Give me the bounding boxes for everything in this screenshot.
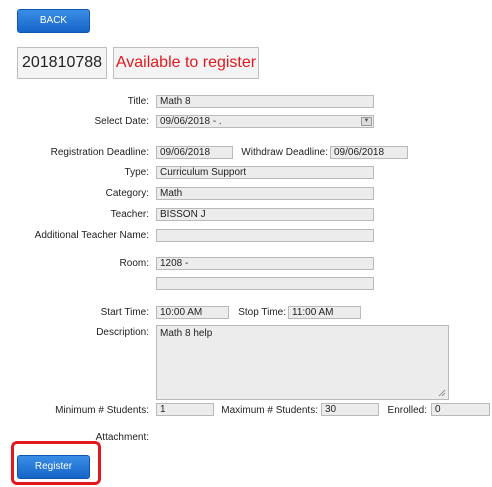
start-time-label: Start Time: bbox=[100, 307, 149, 318]
room-label: Room: bbox=[119, 258, 149, 269]
select-date-label: Select Date: bbox=[94, 116, 149, 127]
max-students-label: Maximum # Students: bbox=[221, 405, 318, 416]
description-text: Math 8 help bbox=[160, 328, 213, 339]
room-field[interactable]: 1208 - bbox=[156, 257, 374, 270]
teacher-field[interactable]: BISSON J bbox=[156, 208, 374, 221]
max-students-field[interactable]: 30 bbox=[321, 403, 379, 416]
start-time-field[interactable]: 10:00 AM bbox=[156, 306, 229, 319]
min-students-label: Minimum # Students: bbox=[55, 405, 149, 416]
additional-teacher-field[interactable] bbox=[156, 229, 374, 242]
enrolled-field[interactable]: 0 bbox=[431, 403, 490, 416]
course-id: 201810788 bbox=[17, 47, 107, 79]
register-button[interactable]: Register bbox=[17, 455, 90, 479]
title-label: Title: bbox=[127, 96, 149, 107]
withdraw-deadline-field[interactable]: 09/06/2018 bbox=[330, 146, 408, 159]
resize-handle-icon[interactable] bbox=[438, 389, 446, 397]
attachment-label: Attachment: bbox=[95, 432, 149, 443]
registration-deadline-field[interactable]: 09/06/2018 bbox=[156, 146, 233, 159]
room-field-secondary[interactable] bbox=[156, 277, 374, 290]
registration-deadline-label: Registration Deadline: bbox=[50, 147, 149, 158]
category-label: Category: bbox=[105, 188, 149, 199]
stop-time-field[interactable]: 11:00 AM bbox=[288, 306, 361, 319]
additional-teacher-label: Additional Teacher Name: bbox=[34, 230, 149, 241]
select-date-dropdown[interactable]: 09/06/2018 - . ▼ bbox=[156, 115, 374, 128]
teacher-label: Teacher: bbox=[110, 209, 149, 220]
type-field[interactable]: Curriculum Support bbox=[156, 166, 374, 179]
status-badge: Available to register bbox=[113, 47, 259, 79]
title-field[interactable]: Math 8 bbox=[156, 95, 374, 108]
description-label: Description: bbox=[96, 327, 149, 338]
back-button[interactable]: BACK bbox=[17, 9, 90, 33]
min-students-field[interactable]: 1 bbox=[156, 403, 214, 416]
stop-time-label: Stop Time: bbox=[238, 307, 286, 318]
enrolled-label: Enrolled: bbox=[387, 405, 427, 416]
select-date-value: 09/06/2018 - . bbox=[160, 116, 222, 127]
withdraw-deadline-label: Withdraw Deadline: bbox=[241, 147, 328, 158]
type-label: Type: bbox=[124, 167, 149, 178]
category-field[interactable]: Math bbox=[156, 187, 374, 200]
description-textarea[interactable]: Math 8 help bbox=[156, 325, 449, 400]
chevron-down-icon[interactable]: ▼ bbox=[361, 117, 372, 126]
